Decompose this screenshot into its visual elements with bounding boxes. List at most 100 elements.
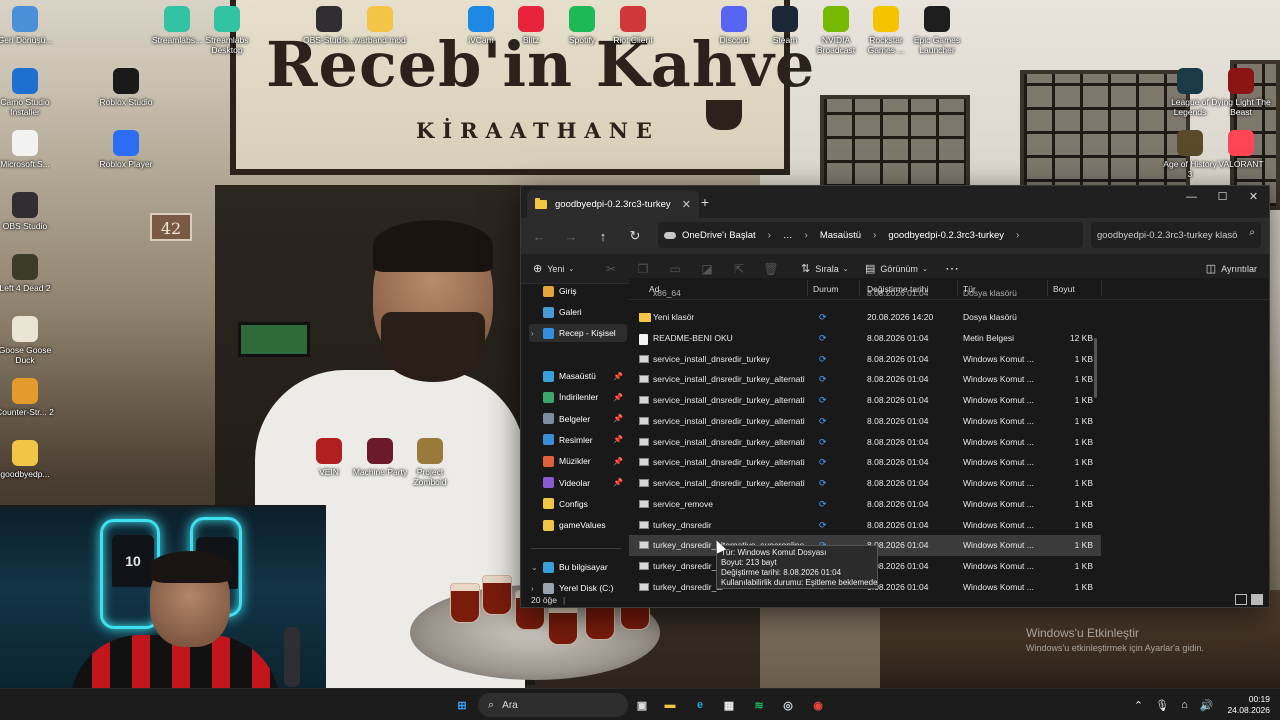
- desktop-icon[interactable]: Camo Studio Installer: [0, 68, 55, 117]
- file-row[interactable]: turkey_dnsredir 8.08.2026 01:04 Windows Ko…: [629, 515, 1101, 536]
- desktop-icon[interactable]: Epic Games Launcher: [907, 6, 967, 55]
- sync-pending-icon: ⟳: [819, 312, 827, 322]
- sign-subtitle: KİRAATHANE: [416, 118, 660, 143]
- breadcrumb-item[interactable]: goodbyedpi-0.2.3rc3-turkey: [888, 230, 1004, 241]
- up-icon[interactable]: ↑: [587, 229, 619, 244]
- details-view-icon[interactable]: [1235, 594, 1247, 605]
- sidebar-item[interactable]: ⌄ Bu bilgisayar: [529, 558, 627, 576]
- windows-logo-icon[interactable]: ⊞: [452, 695, 472, 715]
- sidebar-item[interactable]: Müzikler 📌: [529, 452, 627, 470]
- chevron-right-icon: ›: [804, 229, 808, 241]
- chrome-icon[interactable]: ◉: [808, 695, 828, 715]
- refresh-icon[interactable]: ↻: [619, 228, 651, 244]
- status-separator: |: [563, 595, 566, 605]
- desktop-icon[interactable]: Dying Light The Beast: [1211, 68, 1271, 117]
- file-row-partial[interactable]: x86_64 8.08.2026 01:04 Dosya klasörü: [629, 288, 1101, 298]
- cut-icon[interactable]: ✂: [595, 262, 627, 276]
- copy-icon[interactable]: ❐: [627, 262, 659, 276]
- sidebar-item-label: gameValues: [559, 520, 606, 531]
- desktop-icon[interactable]: Geri Dönüşü...: [0, 6, 55, 45]
- file-row[interactable]: service_install_dnsredir_turkey_alternat…: [629, 432, 1101, 453]
- desktop-icon[interactable]: Left 4 Dead 2: [0, 254, 55, 293]
- tab-goodbyedpi[interactable]: goodbyedpi-0.2.3rc3-turkey ✕: [527, 190, 699, 218]
- file-row[interactable]: service_install_dnsredir_turkey_alternat…: [629, 369, 1101, 390]
- forward-icon[interactable]: →: [555, 229, 587, 244]
- file-modified: 8.08.2026 01:04: [867, 457, 929, 468]
- sidebar-item[interactable]: Videolar 📌: [529, 474, 627, 492]
- microphone-icon[interactable]: 🎙: [1155, 699, 1169, 712]
- desktop-icon[interactable]: warband mod: [350, 6, 410, 45]
- view-button[interactable]: ▤ Görünüm ⌄: [865, 262, 941, 275]
- volume-icon[interactable]: 🔊: [1200, 699, 1214, 712]
- file-name: service_install_dnsredir_turkey_alternat…: [653, 395, 805, 405]
- search-input[interactable]: goodbyedpi-0.2.3rc3-turkey klasö ⌕: [1091, 222, 1261, 248]
- activation-title: Windows'u Etkinleştir: [1026, 626, 1139, 640]
- pin-icon: 📌: [613, 371, 623, 381]
- sidebar-item[interactable]: Belgeler 📌: [529, 410, 627, 428]
- chevron-icon[interactable]: ›: [531, 329, 534, 338]
- file-row[interactable]: service_install_dnsredir_turkey_alternat…: [629, 473, 1101, 494]
- file-row[interactable]: README-BENI OKU 8.08.2026 01:04 Metin Belg…: [629, 328, 1101, 349]
- store-icon[interactable]: ▦: [719, 695, 739, 715]
- task-view-icon[interactable]: ▣: [632, 695, 652, 715]
- view-icon: ▤: [865, 263, 876, 275]
- search-placeholder: goodbyedpi-0.2.3rc3-turkey klasö: [1097, 229, 1238, 241]
- activation-subtitle: Windows'u etkinleştirmek için Ayarlar'a …: [1026, 643, 1204, 653]
- file-row[interactable]: service_install_dnsredir_turkey_alternat…: [629, 452, 1101, 473]
- sidebar-item[interactable]: gameValues: [529, 516, 627, 534]
- steam-icon[interactable]: ◎: [778, 695, 798, 715]
- desktop-icon[interactable]: Roblox Studio: [96, 68, 156, 107]
- new-button[interactable]: ⊕ Yeni ⌄: [533, 262, 595, 275]
- vertical-scrollbar[interactable]: [1094, 338, 1097, 398]
- file-row[interactable]: service_install_dnsredir_turkey 8.08.2026…: [629, 349, 1101, 370]
- desktop-icon[interactable]: Streamlabs Desktop: [197, 6, 257, 55]
- rename-icon[interactable]: ◪: [691, 262, 723, 276]
- edge-icon[interactable]: e: [690, 695, 710, 715]
- address-bar[interactable]: OneDrive'ı Başlat › … › Masaüstü › goodb…: [658, 222, 1083, 248]
- sidebar-item[interactable]: İndirilenler 📌: [529, 388, 627, 406]
- desktop-icon[interactable]: Roblox Player: [96, 130, 156, 169]
- desktop-icon[interactable]: Goose Goose Duck: [0, 316, 55, 365]
- delete-icon[interactable]: 🗑: [755, 262, 787, 276]
- back-icon[interactable]: ←: [523, 229, 555, 244]
- desktop-icon[interactable]: goodbyedp...: [0, 440, 55, 479]
- close-tab-icon[interactable]: ✕: [682, 198, 691, 211]
- more-options-button[interactable]: ⋯: [945, 260, 959, 277]
- file-row[interactable]: service_install_dnsredir_turkey_alternat…: [629, 411, 1101, 432]
- clock[interactable]: 00:19 24.08.2026: [1227, 694, 1270, 716]
- file-row[interactable]: service_remove 8.08.2026 01:04 Windows Kom…: [629, 494, 1101, 515]
- paste-icon[interactable]: ▭: [659, 262, 691, 276]
- spotify-icon[interactable]: ≋: [749, 695, 769, 715]
- minimize-button[interactable]: —: [1176, 186, 1207, 208]
- chevron-up-icon[interactable]: ⌃: [1134, 699, 1143, 712]
- desktop-icon[interactable]: OBS Studio: [0, 192, 55, 231]
- sidebar-item[interactable]: Configs: [529, 495, 627, 513]
- taskbar-search[interactable]: ⌕ Ara: [478, 693, 628, 717]
- breadcrumb-item[interactable]: OneDrive'ı Başlat: [682, 230, 756, 241]
- sidebar-item[interactable]: Masaüstü 📌: [529, 367, 627, 385]
- folder-icon[interactable]: ▬: [660, 695, 680, 715]
- desktop-icon[interactable]: VALORANT: [1211, 130, 1271, 169]
- sidebar-item[interactable]: Giriş: [529, 285, 627, 300]
- share-icon[interactable]: ⇱: [723, 262, 755, 276]
- desktop-icon[interactable]: Project Zomboid: [400, 438, 460, 487]
- new-tab-button[interactable]: +: [695, 192, 715, 212]
- chevron-icon[interactable]: ⌄: [531, 563, 538, 572]
- maximize-button[interactable]: ☐: [1207, 186, 1238, 208]
- desktop-icon[interactable]: Counter-Str... 2: [0, 378, 55, 417]
- file-row[interactable]: service_install_dnsredir_turkey_alternat…: [629, 390, 1101, 411]
- breadcrumb-item[interactable]: Masaüstü: [820, 230, 861, 241]
- sidebar-item[interactable]: Resimler 📌: [529, 431, 627, 449]
- details-button[interactable]: ◫ Ayrıntılar: [1206, 262, 1257, 275]
- desktop-icon[interactable]: Riot Client: [603, 6, 663, 45]
- sidebar-item[interactable]: › Recep - Kişisel: [529, 324, 627, 342]
- document-icon: [12, 130, 38, 156]
- network-icon[interactable]: ⌂: [1181, 699, 1188, 711]
- desktop-icon[interactable]: Microsoft.S...: [0, 130, 55, 169]
- sidebar-item[interactable]: Galeri: [529, 303, 627, 321]
- sort-button[interactable]: ⇅ Sırala ⌄: [801, 262, 861, 275]
- close-button[interactable]: ✕: [1238, 186, 1269, 208]
- file-row[interactable]: Yeni klasör 20.08.2026 14:20 Dosya klasörü…: [629, 307, 1101, 328]
- breadcrumb-ellipsis[interactable]: …: [783, 230, 793, 241]
- tiles-view-icon[interactable]: [1251, 594, 1263, 605]
